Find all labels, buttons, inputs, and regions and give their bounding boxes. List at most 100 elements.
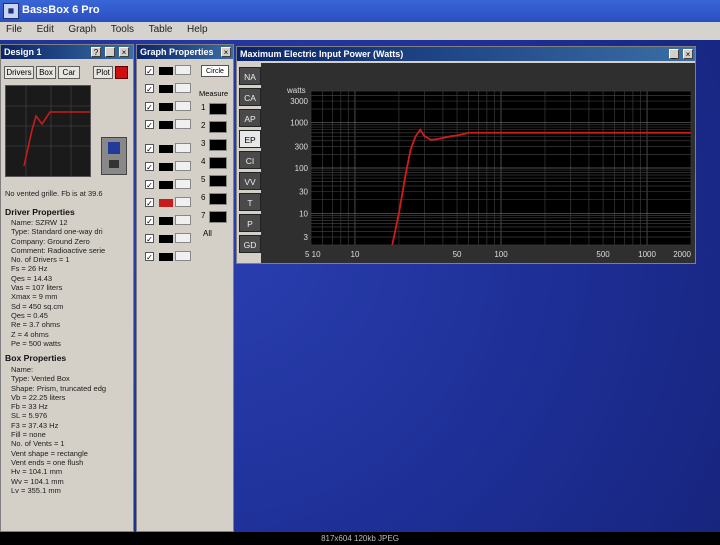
- x-tick-label: 10: [351, 250, 360, 259]
- tab-ep[interactable]: EP: [239, 130, 261, 148]
- app-icon: ◼: [3, 3, 19, 19]
- curve-color-swatch[interactable]: [159, 163, 173, 171]
- box-property-row: Type: Vented Box: [11, 374, 70, 384]
- x-tick-label: 2000: [673, 250, 691, 259]
- marker-number: 3: [201, 139, 206, 148]
- curve-color-swatch[interactable]: [159, 103, 173, 111]
- tab-ca[interactable]: CA: [239, 88, 261, 106]
- marker-number: 4: [201, 157, 206, 166]
- close-icon[interactable]: ×: [119, 47, 129, 57]
- minimize-icon[interactable]: _: [105, 47, 115, 57]
- curve-style-swatch[interactable]: [175, 233, 191, 243]
- close-icon[interactable]: ×: [221, 47, 231, 57]
- curve-visible-checkbox[interactable]: ✓: [145, 102, 154, 112]
- driver-property-row: Re = 3.7 ohms: [11, 320, 60, 330]
- curve-color-swatch[interactable]: [159, 199, 173, 207]
- marker-box[interactable]: [209, 103, 227, 115]
- curve-color-swatch[interactable]: [159, 181, 173, 189]
- curve-visible-checkbox[interactable]: ✓: [145, 162, 154, 172]
- tab-drivers[interactable]: Drivers: [4, 66, 34, 79]
- menu-table[interactable]: Table: [143, 22, 179, 35]
- curve-style-swatch[interactable]: [175, 65, 191, 75]
- marker-box[interactable]: [209, 175, 227, 187]
- response-thumbnail: [5, 85, 91, 177]
- graph-curve-row: ✓: [145, 83, 229, 95]
- tab-ap[interactable]: AP: [239, 109, 261, 127]
- y-tick-label: 1000: [290, 119, 308, 128]
- driver-property-row: Qes = 14.43: [11, 273, 53, 283]
- plot-button[interactable]: Plot: [93, 66, 113, 79]
- curve-visible-checkbox[interactable]: ✓: [145, 234, 154, 244]
- curve-style-swatch[interactable]: [175, 215, 191, 225]
- curve-visible-checkbox[interactable]: ✓: [145, 252, 154, 262]
- driver-properties-list: Name: SZRW 12 Type: Standard one-way dri C…: [11, 218, 105, 348]
- tab-t[interactable]: T: [239, 193, 261, 211]
- box-property-row: Fb = 33 Hz: [11, 402, 48, 412]
- menu-tools[interactable]: Tools: [105, 22, 140, 35]
- plot-color-swatch[interactable]: [115, 66, 128, 79]
- menu-edit[interactable]: Edit: [31, 22, 60, 35]
- driver-property-row: Pe = 500 watts: [11, 338, 61, 348]
- menu-file[interactable]: File: [0, 22, 28, 35]
- driver-property-row: Company: Ground Zero: [11, 236, 90, 246]
- box-property-row: Wv = 104.1 mm: [11, 476, 64, 486]
- marker-number: 1: [201, 103, 206, 112]
- curve-color-swatch[interactable]: [159, 85, 173, 93]
- curve-style-swatch[interactable]: [175, 119, 191, 129]
- app-title: BassBox 6 Pro: [22, 4, 100, 16]
- marker-box[interactable]: [209, 139, 227, 151]
- driver-property-row: Vas = 107 liters: [11, 283, 63, 293]
- curve-style-swatch[interactable]: [175, 197, 191, 207]
- curve-visible-checkbox[interactable]: ✓: [145, 120, 154, 130]
- tab-box[interactable]: Box: [36, 66, 56, 79]
- marker-box[interactable]: [209, 157, 227, 169]
- curve-visible-checkbox[interactable]: ✓: [145, 66, 154, 76]
- driver-property-row: Sd = 450 sq.cm: [11, 301, 64, 311]
- y-axis-label: watts: [286, 86, 306, 95]
- x-tick-label: 5 10: [305, 250, 321, 259]
- curve-style-swatch[interactable]: [175, 179, 191, 189]
- marker-box[interactable]: [209, 211, 227, 223]
- menu-help[interactable]: Help: [181, 22, 214, 35]
- box-property-row: No. of Vents = 1: [11, 439, 65, 449]
- tab-car[interactable]: Car: [58, 66, 80, 79]
- curve-visible-checkbox[interactable]: ✓: [145, 216, 154, 226]
- y-tick-label: 10: [299, 209, 308, 218]
- design-note: No vented grille. Fb is at 39.6: [5, 189, 103, 198]
- minimize-icon[interactable]: _: [669, 49, 679, 59]
- curve-visible-checkbox[interactable]: ✓: [145, 198, 154, 208]
- curve-style-swatch[interactable]: [175, 251, 191, 261]
- help-icon[interactable]: ?: [91, 47, 101, 57]
- tab-ci[interactable]: CI: [239, 151, 261, 169]
- graph-properties-title: Graph Properties: [137, 45, 233, 59]
- box-properties-list: Name: Type: Vented Box Shape: Prism, trunc…: [11, 365, 106, 495]
- curve-style-swatch[interactable]: [175, 83, 191, 93]
- curve-visible-checkbox[interactable]: ✓: [145, 180, 154, 190]
- curve-color-swatch[interactable]: [159, 235, 173, 243]
- tab-gd[interactable]: GD: [239, 235, 261, 253]
- curve-color-swatch[interactable]: [159, 253, 173, 261]
- curve-visible-checkbox[interactable]: ✓: [145, 84, 154, 94]
- x-tick-label: 100: [494, 250, 508, 259]
- marker-box[interactable]: [209, 121, 227, 133]
- curve-visible-checkbox[interactable]: ✓: [145, 144, 154, 154]
- tab-vv[interactable]: VV: [239, 172, 261, 190]
- marker-box[interactable]: [209, 193, 227, 205]
- curve-style-swatch[interactable]: [175, 143, 191, 153]
- curve-style-swatch[interactable]: [175, 161, 191, 171]
- box-property-row: Fill = none: [11, 430, 46, 440]
- marker-number: 6: [201, 193, 206, 202]
- curve-color-swatch[interactable]: [159, 121, 173, 129]
- box-property-row: Shape: Prism, truncated edg: [11, 383, 107, 393]
- driver-property-row: Z = 4 ohms: [11, 329, 49, 339]
- tab-na[interactable]: NA: [239, 67, 261, 85]
- box-property-row: SL = 5.976: [11, 411, 48, 421]
- curve-color-swatch[interactable]: [159, 67, 173, 75]
- marker-number: 2: [201, 121, 206, 130]
- curve-color-swatch[interactable]: [159, 145, 173, 153]
- curve-style-swatch[interactable]: [175, 101, 191, 111]
- menu-graph[interactable]: Graph: [62, 22, 102, 35]
- close-icon[interactable]: ×: [683, 49, 693, 59]
- curve-color-swatch[interactable]: [159, 217, 173, 225]
- tab-p[interactable]: P: [239, 214, 261, 232]
